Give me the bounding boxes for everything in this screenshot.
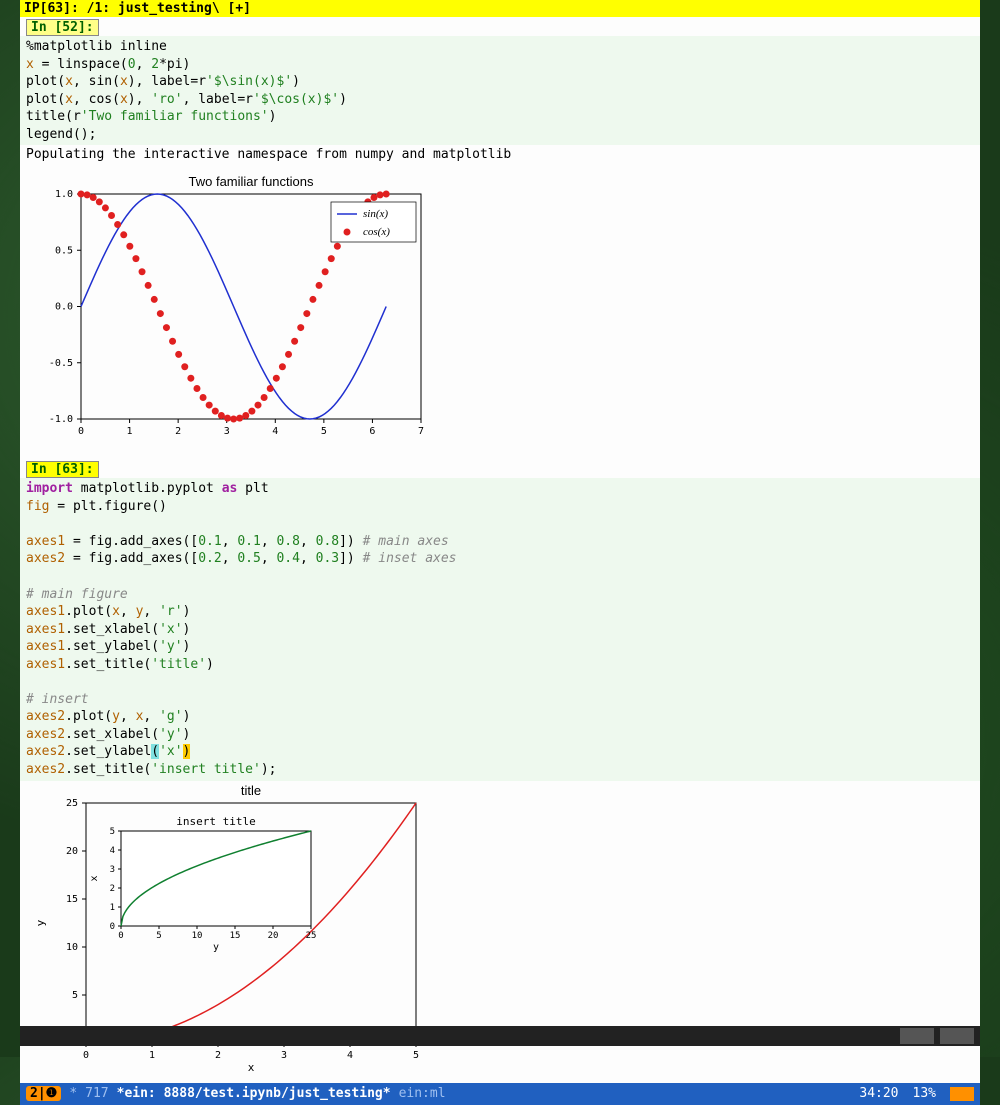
modified-indicator: *	[69, 1086, 77, 1101]
svg-text:5: 5	[321, 426, 327, 437]
svg-text:3: 3	[281, 1050, 287, 1061]
svg-text:15: 15	[230, 931, 241, 941]
svg-text:cos(x): cos(x)	[363, 226, 390, 238]
cell-2[interactable]: In [63]: import matplotlib.pyplot as plt…	[20, 459, 980, 1082]
line-count: 717	[85, 1086, 108, 1101]
svg-text:4: 4	[347, 1050, 353, 1061]
svg-text:10: 10	[66, 942, 78, 953]
svg-text:2: 2	[215, 1050, 221, 1061]
svg-text:3: 3	[224, 426, 230, 437]
svg-text:-1.0: -1.0	[49, 414, 73, 425]
cell-1-stdout: Populating the interactive namespace fro…	[20, 145, 980, 164]
svg-text:4: 4	[110, 846, 115, 856]
svg-text:x: x	[89, 875, 100, 881]
svg-text:25: 25	[66, 798, 78, 809]
svg-text:20: 20	[66, 846, 78, 857]
cell-1-plot: Two familiar functions 0 1 2 3 4 5 6 7 -1.0 -0.5 0.…	[20, 164, 980, 459]
svg-text:title: title	[241, 783, 261, 798]
svg-text:-0.5: -0.5	[49, 358, 73, 369]
svg-text:1: 1	[127, 426, 133, 437]
plot-two-familiar: Two familiar functions 0 1 2 3 4 5 6 7 -1.0 -0.5 0.…	[26, 174, 426, 449]
svg-text:10: 10	[192, 931, 203, 941]
svg-text:25: 25	[306, 931, 317, 941]
svg-text:0: 0	[83, 1050, 89, 1061]
svg-text:1: 1	[149, 1050, 155, 1061]
scroll-percent: 13%	[913, 1086, 936, 1101]
modeline-indicator-icon	[950, 1087, 974, 1101]
window-number-badge: 2|❶	[26, 1086, 61, 1101]
svg-text:y: y	[34, 919, 47, 926]
svg-text:0.0: 0.0	[55, 302, 73, 313]
svg-text:0: 0	[110, 922, 115, 932]
svg-text:5: 5	[156, 931, 161, 941]
cell-2-code[interactable]: import matplotlib.pyplot as plt fig = pl…	[20, 478, 980, 780]
svg-text:2: 2	[110, 884, 115, 894]
svg-text:15: 15	[66, 894, 78, 905]
modeline: 2|❶ * 717 *ein: 8888/test.ipynb/just_tes…	[20, 1083, 980, 1105]
svg-text:0: 0	[78, 426, 84, 437]
svg-text:insert title: insert title	[176, 815, 255, 828]
svg-text:3: 3	[110, 865, 115, 875]
svg-text:y: y	[213, 942, 219, 953]
svg-text:0.5: 0.5	[55, 246, 73, 257]
editor-window: IP[63]: /1: just_testing\ [+] In [52]: %…	[20, 0, 980, 1105]
svg-text:0: 0	[118, 931, 123, 941]
svg-text:2: 2	[175, 426, 181, 437]
svg-text:Two familiar functions: Two familiar functions	[189, 174, 314, 189]
svg-text:x: x	[248, 1061, 255, 1073]
svg-text:4: 4	[272, 426, 278, 437]
svg-text:20: 20	[268, 931, 279, 941]
svg-text:6: 6	[369, 426, 375, 437]
svg-text:1.0: 1.0	[55, 189, 73, 200]
major-mode: ein:ml	[399, 1086, 446, 1101]
buffer-name: *ein: 8888/test.ipynb/just_testing*	[117, 1086, 391, 1101]
cell-1[interactable]: In [52]: %matplotlib inline x = linspace…	[20, 17, 980, 459]
cell-1-prompt: In [52]:	[26, 19, 99, 36]
minibuffer[interactable]	[20, 1026, 980, 1046]
svg-text:5: 5	[413, 1050, 419, 1061]
svg-text:5: 5	[72, 990, 78, 1001]
svg-text:5: 5	[110, 827, 115, 837]
cursor-position: 34:20	[859, 1086, 898, 1101]
cell-1-code[interactable]: %matplotlib inline x = linspace(0, 2*pi)…	[20, 36, 980, 145]
cell-2-prompt: In [63]:	[26, 461, 99, 478]
svg-text:7: 7	[418, 426, 424, 437]
title-bar: IP[63]: /1: just_testing\ [+]	[20, 0, 980, 17]
title-text: IP[63]: /1: just_testing\ [+]	[24, 1, 251, 16]
svg-text:sin(x): sin(x)	[363, 208, 388, 220]
svg-text:1: 1	[110, 903, 115, 913]
